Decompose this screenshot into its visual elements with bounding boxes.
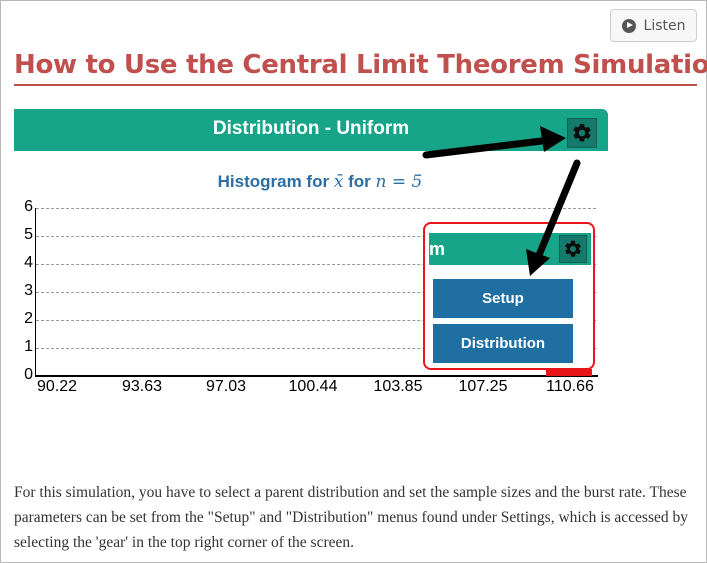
simulation-header-title: Distribution - Uniform — [212, 118, 410, 139]
highlight-mark — [546, 369, 592, 376]
grid-line — [36, 208, 596, 209]
callout-gear-button[interactable] — [559, 235, 587, 263]
gear-icon — [573, 123, 591, 142]
settings-gear-button[interactable] — [567, 118, 597, 148]
x-tick-label: 103.85 — [373, 378, 423, 395]
x-tick-label: 107.25 — [458, 378, 508, 395]
setup-menu-button[interactable]: Setup — [433, 279, 573, 318]
histogram-title-for: for — [348, 172, 371, 191]
y-tick-label: 2 — [24, 310, 33, 327]
gear-icon — [565, 240, 581, 257]
listen-label: Listen — [643, 17, 686, 34]
xbar-symbol: x̄ — [333, 172, 344, 192]
y-tick-label: 5 — [24, 226, 33, 243]
y-axis — [35, 208, 36, 376]
histogram-title: Histogram for x̄ for n = 5 — [0, 172, 640, 192]
play-circle-icon — [621, 18, 636, 33]
x-tick-label: 97.03 — [205, 378, 247, 395]
x-axis — [35, 375, 598, 377]
y-tick-label: 1 — [24, 338, 33, 355]
y-tick-label: 6 — [24, 198, 33, 215]
y-tick-label: 3 — [24, 282, 33, 299]
x-tick-label: 110.66 — [546, 378, 594, 395]
page-title: How to Use the Central Limit Theorem Sim… — [14, 50, 707, 86]
settings-menu-callout: m Setup Distribution — [423, 222, 595, 370]
histogram-title-prefix: Histogram for — [217, 172, 330, 191]
callout-header: m — [429, 233, 591, 265]
x-tick-label: 100.44 — [288, 378, 338, 395]
callout-header-title: m — [429, 239, 446, 259]
instructions-paragraph: For this simulation, you have to select … — [14, 484, 689, 551]
sample-size-expr: n = 5 — [375, 172, 423, 192]
simulation-header: Distribution - Uniform — [14, 109, 608, 151]
distribution-menu-button[interactable]: Distribution — [433, 324, 573, 363]
x-tick-label: 93.63 — [121, 378, 163, 395]
y-tick-label: 4 — [24, 254, 33, 271]
x-tick-label: 90.22 — [36, 378, 78, 395]
listen-button[interactable]: Listen — [610, 9, 697, 42]
